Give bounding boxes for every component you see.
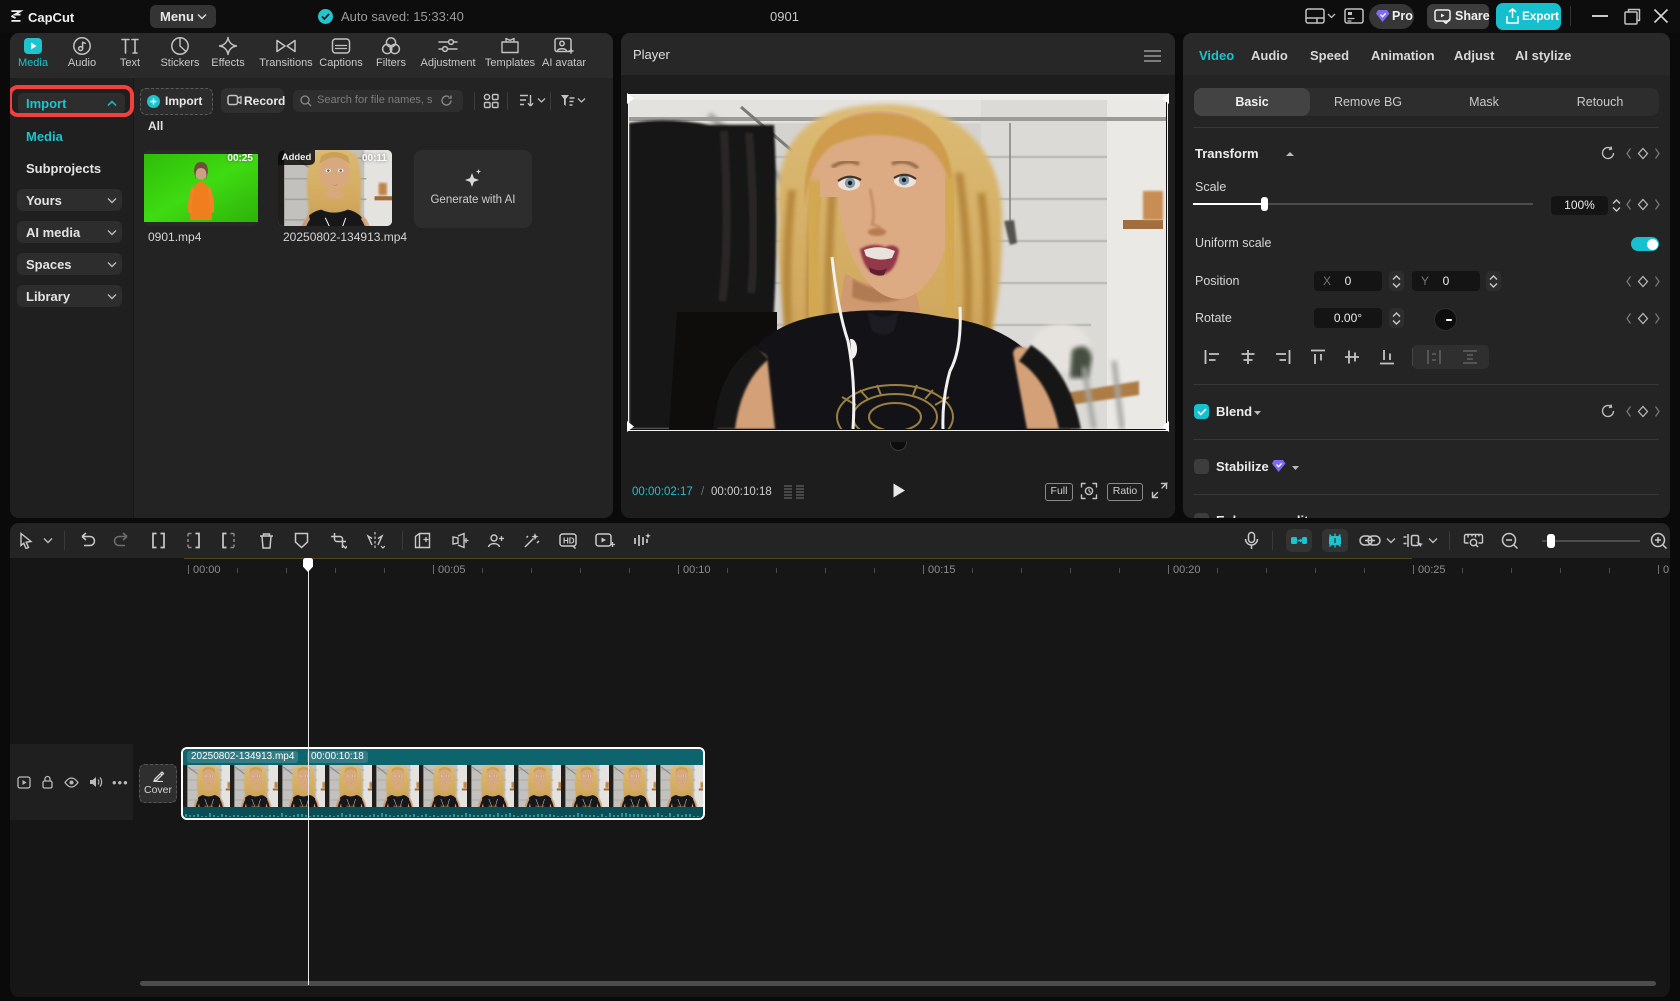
svg-text:HD: HD xyxy=(563,537,575,546)
